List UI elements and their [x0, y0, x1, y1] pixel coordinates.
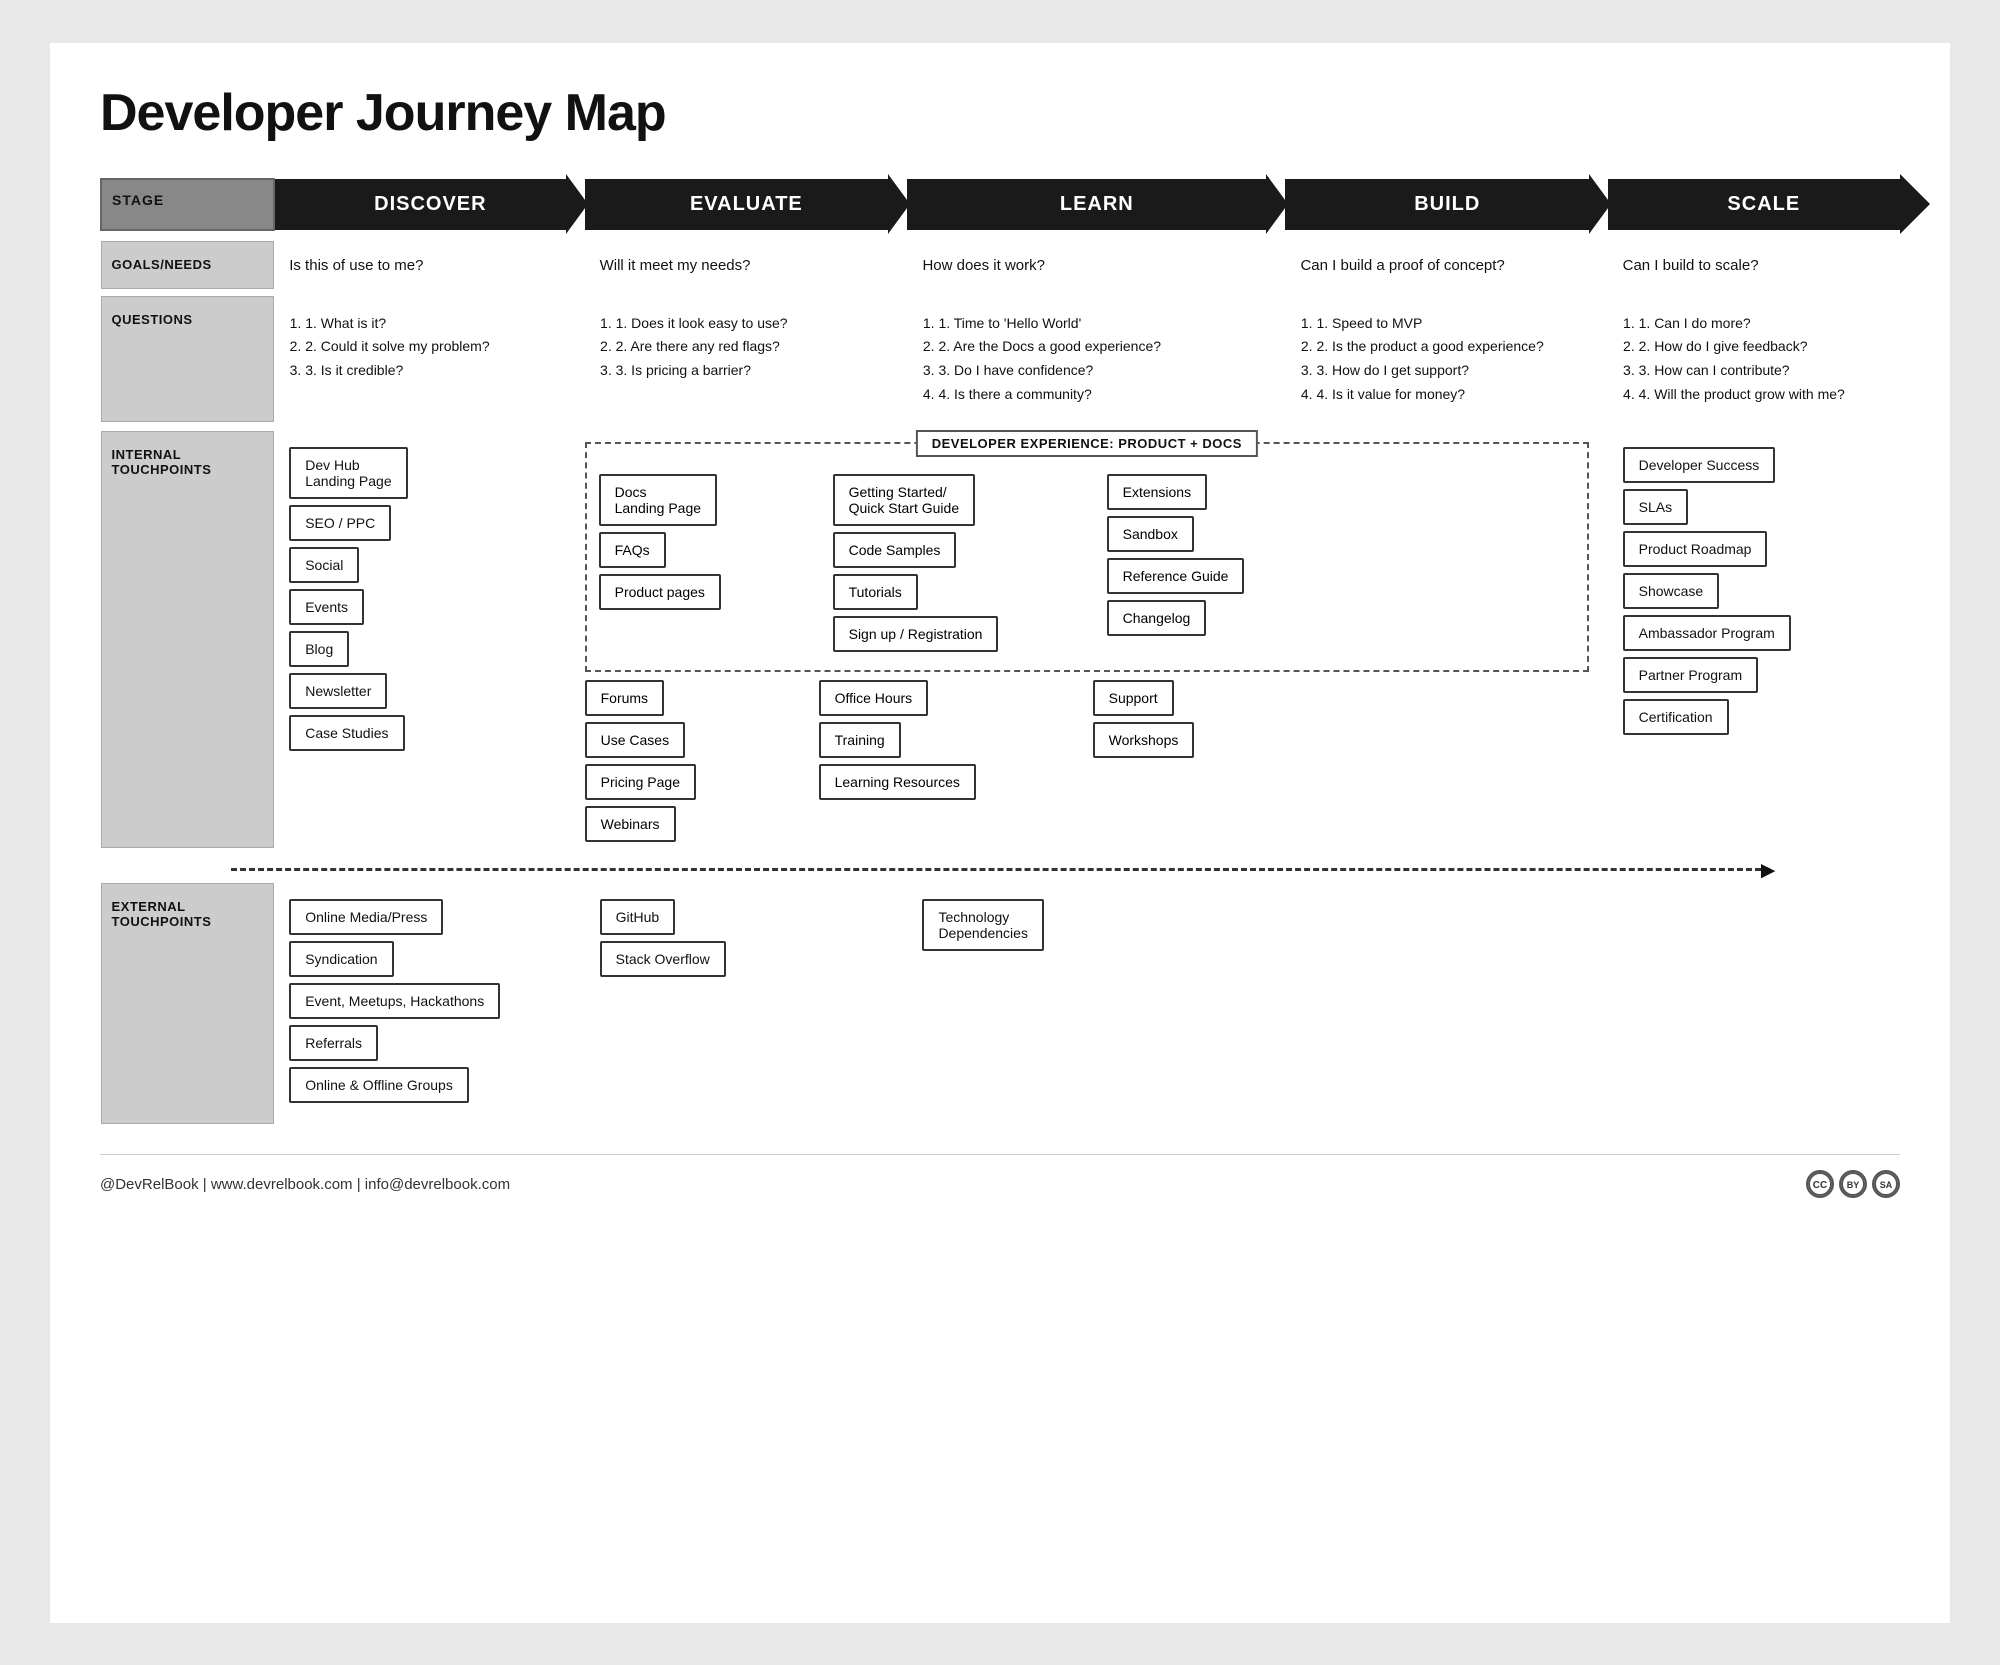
questions-learn: 1. Time to 'Hello World' 2. Are the Docs…: [907, 297, 1266, 422]
build-outside-dxp: Support Workshops: [1093, 680, 1313, 848]
questions-row: QUESTIONS 1. What is it? 2. Could it sol…: [101, 297, 1900, 422]
stage-label-cell: STAGE: [101, 179, 274, 230]
questions-build: 1. Speed to MVP 2. Is the product a good…: [1285, 297, 1589, 422]
external-touchpoints-row: EXTERNALTOUCHPOINTS Online Media/Press S…: [101, 884, 1900, 1124]
box-forums: Forums: [585, 680, 664, 716]
ext-online-media: Online Media/Press: [289, 899, 443, 935]
page: Developer Journey Map STAGE DISCOVER EVA…: [50, 43, 1950, 1623]
cc-license: CC BY SA: [1806, 1170, 1900, 1198]
box-tutorials: Tutorials: [833, 574, 918, 610]
ext-stackoverflow: Stack Overflow: [600, 941, 726, 977]
external-discover: Online Media/Press Syndication Event, Me…: [274, 884, 566, 1124]
goals-learn: How does it work?: [907, 242, 1266, 289]
goals-label: GOALS/NEEDS: [101, 242, 274, 289]
svg-text:SA: SA: [1880, 1180, 1893, 1190]
footer: @DevRelBook | www.devrelbook.com | info@…: [100, 1154, 1900, 1198]
box-reference-guide: Reference Guide: [1107, 558, 1245, 594]
box-support: Support: [1093, 680, 1174, 716]
learn-outside-dxp: Office Hours Training Learning Resources: [819, 680, 1079, 848]
dxp-section: DEVELOPER EXPERIENCE: PRODUCT + DOCS Doc…: [585, 432, 1589, 848]
box-changelog: Changelog: [1107, 600, 1207, 636]
box-sandbox: Sandbox: [1107, 516, 1194, 552]
internal-scale: Developer Success SLAs Product Roadmap S…: [1608, 432, 1900, 848]
box-training: Training: [819, 722, 901, 758]
ext-syndication: Syndication: [289, 941, 393, 977]
questions-label: QUESTIONS: [101, 297, 274, 422]
box-office-hours: Office Hours: [819, 680, 929, 716]
box-product-roadmap: Product Roadmap: [1623, 531, 1768, 567]
goals-discover: Is this of use to me?: [274, 242, 566, 289]
ext-events-meetups: Event, Meetups, Hackathons: [289, 983, 500, 1019]
ext-github: GitHub: [600, 899, 676, 935]
external-divider-row: ►: [101, 863, 1900, 876]
svg-text:BY: BY: [1847, 1180, 1860, 1190]
dxp-label: DEVELOPER EXPERIENCE: PRODUCT + DOCS: [916, 430, 1258, 457]
box-ambassador: Ambassador Program: [1623, 615, 1791, 651]
stage-build: BUILD: [1285, 179, 1589, 230]
stage-learn: LEARN: [907, 179, 1266, 230]
page-title: Developer Journey Map: [100, 83, 1900, 143]
stage-discover: DISCOVER: [274, 179, 566, 230]
box-learning-resources: Learning Resources: [819, 764, 976, 800]
box-product-pages: Product pages: [599, 574, 721, 610]
box-blog: Blog: [289, 631, 349, 667]
box-docs-landing: DocsLanding Page: [599, 474, 717, 526]
by-icon: BY: [1839, 1170, 1867, 1198]
external-touchpoints-label: EXTERNALTOUCHPOINTS: [101, 884, 274, 1124]
internal-touchpoints-row: INTERNALTOUCHPOINTS Dev HubLanding Page …: [101, 432, 1900, 848]
box-events: Events: [289, 589, 364, 625]
evaluate-dxp-items: DocsLanding Page FAQs Product pages: [599, 474, 819, 658]
box-faqs: FAQs: [599, 532, 666, 568]
learn-dxp-items: Getting Started/Quick Start Guide Code S…: [833, 474, 1093, 658]
external-build: [1285, 884, 1589, 1124]
box-dev-success: Developer Success: [1623, 447, 1776, 483]
box-code-samples: Code Samples: [833, 532, 957, 568]
box-seo: SEO / PPC: [289, 505, 391, 541]
internal-discover: Dev HubLanding Page SEO / PPC Social Eve…: [274, 432, 566, 848]
box-use-cases: Use Cases: [585, 722, 685, 758]
ext-offline-groups: Online & Offline Groups: [289, 1067, 469, 1103]
questions-evaluate: 1. Does it look easy to use? 2. Are ther…: [585, 297, 889, 422]
footer-text: @DevRelBook | www.devrelbook.com | info@…: [100, 1176, 510, 1193]
goals-evaluate: Will it meet my needs?: [585, 242, 889, 289]
stage-evaluate: EVALUATE: [585, 179, 889, 230]
goals-build: Can I build a proof of concept?: [1285, 242, 1589, 289]
build-dxp-items: Extensions Sandbox Reference Guide Chang…: [1107, 474, 1327, 658]
goals-row: GOALS/NEEDS Is this of use to me? Will i…: [101, 242, 1900, 289]
sa-icon: SA: [1872, 1170, 1900, 1198]
box-certification: Certification: [1623, 699, 1729, 735]
box-workshops: Workshops: [1093, 722, 1195, 758]
internal-touchpoints-label: INTERNALTOUCHPOINTS: [101, 432, 274, 848]
external-evaluate: GitHub Stack Overflow: [585, 884, 889, 1124]
stage-scale: SCALE: [1608, 179, 1900, 230]
box-case-studies: Case Studies: [289, 715, 404, 751]
questions-discover: 1. What is it? 2. Could it solve my prob…: [274, 297, 566, 422]
questions-scale: 1. Can I do more? 2. How do I give feedb…: [1608, 297, 1900, 422]
ext-tech-deps: TechnologyDependencies: [922, 899, 1044, 951]
box-showcase: Showcase: [1623, 573, 1720, 609]
ext-referrals: Referrals: [289, 1025, 378, 1061]
goals-scale: Can I build to scale?: [1608, 242, 1900, 289]
external-learn: TechnologyDependencies: [907, 884, 1266, 1124]
box-slas: SLAs: [1623, 489, 1688, 525]
box-partner: Partner Program: [1623, 657, 1758, 693]
stage-row: STAGE DISCOVER EVALUATE LEARN BUILD SCAL…: [101, 179, 1900, 230]
box-signup: Sign up / Registration: [833, 616, 999, 652]
box-getting-started: Getting Started/Quick Start Guide: [833, 474, 976, 526]
box-webinars: Webinars: [585, 806, 676, 842]
box-pricing-page: Pricing Page: [585, 764, 696, 800]
box-dev-hub: Dev HubLanding Page: [289, 447, 407, 499]
box-social: Social: [289, 547, 359, 583]
svg-text:CC: CC: [1813, 1180, 1827, 1191]
external-scale: [1608, 884, 1900, 1124]
stage-row-label: STAGE: [112, 192, 164, 208]
evaluate-outside-dxp: Forums Use Cases Pricing Page Webinars: [585, 680, 805, 848]
box-extensions: Extensions: [1107, 474, 1207, 510]
journey-map-table: STAGE DISCOVER EVALUATE LEARN BUILD SCAL…: [100, 178, 1900, 1125]
cc-icon: CC: [1806, 1170, 1834, 1198]
box-newsletter: Newsletter: [289, 673, 387, 709]
